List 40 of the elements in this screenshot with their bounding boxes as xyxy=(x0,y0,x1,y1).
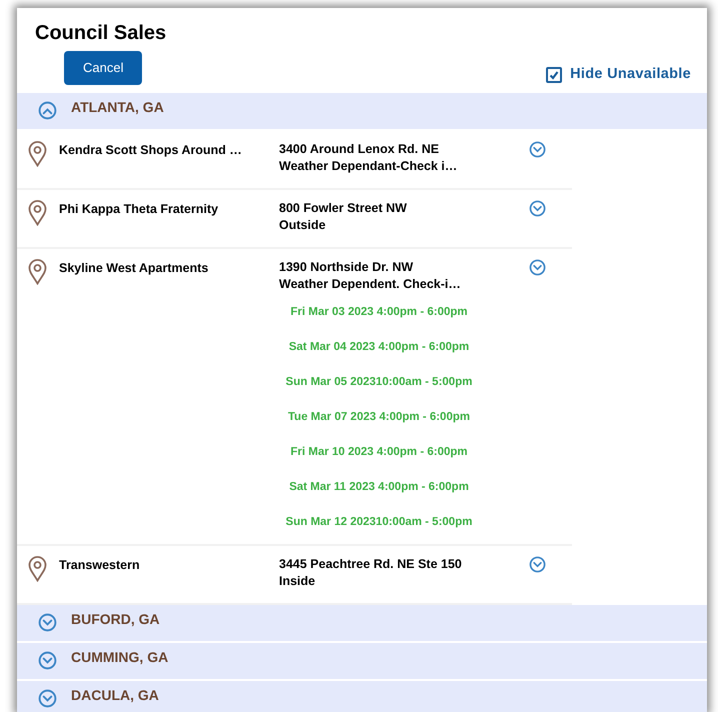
address: 800 Fowler Street NW xyxy=(279,200,408,217)
sale-time[interactable]: Tue Mar 07 2023 4:00pm - 6:00pm xyxy=(288,408,470,426)
checkbox-label: Hide Unavailable xyxy=(570,65,691,84)
map-pin-icon xyxy=(28,556,47,582)
collapse-icon[interactable] xyxy=(38,101,57,120)
location-note: Weather Dependent. Check-i… xyxy=(279,276,462,293)
checkmark-icon xyxy=(549,70,560,80)
sale-time[interactable]: Sat Mar 04 2023 4:00pm - 6:00pm xyxy=(288,338,470,356)
address: 3400 Around Lenox Rd. NE xyxy=(279,140,440,158)
checkbox[interactable] xyxy=(546,66,562,83)
expand-icon[interactable] xyxy=(38,613,57,632)
expand-icon[interactable] xyxy=(38,689,57,708)
address: 1390 Northside Dr. NW xyxy=(279,258,414,276)
location-name: Kendra Scott Shops Around … xyxy=(58,142,243,159)
cancel-button[interactable]: Cancel xyxy=(64,51,142,85)
address: 3445 Peachtree Rd. NE Ste 150 xyxy=(279,556,463,573)
sale-time[interactable]: Sun Mar 12 202310:00am - 5:00pm xyxy=(286,514,472,531)
expand-icon[interactable] xyxy=(38,651,57,670)
sale-time[interactable]: Sun Mar 05 202310:00am - 5:00pm xyxy=(286,374,472,391)
expand-icon[interactable] xyxy=(529,258,546,276)
group-heading: DACULA, GA xyxy=(71,686,159,706)
location-note: Weather Dependant-Check i… xyxy=(279,158,458,175)
map-pin-icon xyxy=(28,200,47,226)
map-pin-icon xyxy=(28,140,47,167)
sale-time[interactable]: Fri Mar 10 2023 4:00pm - 6:00pm xyxy=(290,444,468,461)
location-name: Phi Kappa Theta Fraternity xyxy=(58,200,220,218)
location-note: Outside xyxy=(279,216,327,234)
page-title: Council Sales xyxy=(34,21,168,46)
expand-icon[interactable] xyxy=(529,556,546,573)
location-name: Skyline West Apartments xyxy=(58,260,210,277)
sale-time[interactable]: Sat Mar 11 2023 4:00pm - 6:00pm xyxy=(289,478,469,496)
expand-icon[interactable] xyxy=(529,200,546,217)
map-pin-icon xyxy=(28,258,47,285)
sale-time[interactable]: Fri Mar 03 2023 4:00pm - 6:00pm xyxy=(290,304,468,321)
group-heading: CUMMING, GA xyxy=(71,648,168,668)
group-heading: BUFORD, GA xyxy=(71,610,160,630)
group-heading: ATLANTA, GA xyxy=(71,98,164,118)
location-note: Inside xyxy=(279,572,316,590)
location-name: Transwestern xyxy=(58,556,141,574)
expand-icon[interactable] xyxy=(529,140,546,158)
